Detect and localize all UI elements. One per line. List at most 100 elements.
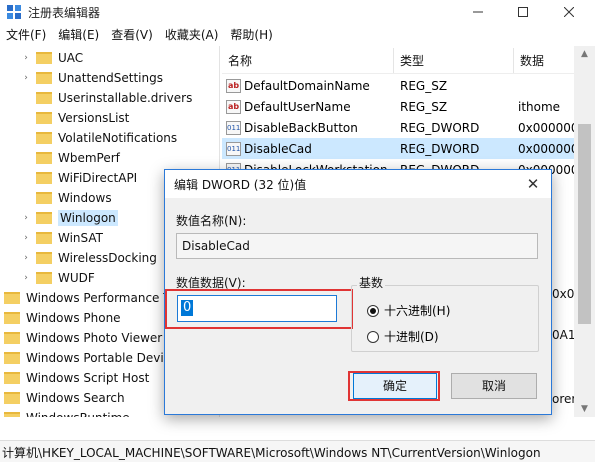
folder-icon xyxy=(36,252,52,264)
tree-item[interactable]: › Winlogon xyxy=(20,208,118,228)
radio-dec-indicator[interactable] xyxy=(367,330,379,343)
cell-name: ab DefaultDomainName xyxy=(222,78,394,93)
edit-dword-dialog: 编辑 DWORD (32 位)值 ✕ 数值名称(N): DisableCad 数… xyxy=(164,169,552,415)
maximize-button[interactable] xyxy=(500,0,546,24)
tree-item[interactable]: › UAC xyxy=(20,48,83,68)
tree-item[interactable]: WbemPerf xyxy=(20,148,120,168)
close-button[interactable] xyxy=(546,0,592,24)
tree-item-label: UnattendSettings xyxy=(58,71,163,85)
folder-icon xyxy=(4,312,20,324)
ok-button[interactable]: 确定 xyxy=(353,373,437,399)
folder-icon xyxy=(4,292,20,304)
folder-icon xyxy=(36,272,52,284)
list-peek-2: 0A1A xyxy=(552,328,574,342)
folder-icon xyxy=(4,372,20,384)
tree-item[interactable]: Windows Portable Device xyxy=(0,348,178,368)
chevron-right-icon[interactable]: › xyxy=(20,233,32,243)
window-title: 注册表编辑器 xyxy=(28,6,101,20)
menu-favorites[interactable]: 收藏夹(A) xyxy=(159,26,225,44)
tree-item[interactable]: VersionsList xyxy=(20,108,129,128)
radio-hex-label: 十六进制(H) xyxy=(384,304,451,318)
list-row[interactable]: ab DefaultUserName REG_SZ ithome xyxy=(222,96,574,117)
chevron-right-icon[interactable]: › xyxy=(20,253,32,263)
radio-hex-indicator[interactable] xyxy=(367,304,379,317)
scroll-up-icon[interactable]: ▲ xyxy=(574,46,595,62)
tree-item[interactable]: VolatileNotifications xyxy=(20,128,177,148)
tree-item-label: VersionsList xyxy=(58,111,130,125)
value-type: REG_SZ xyxy=(400,99,448,114)
title-bar: 注册表编辑器 xyxy=(0,0,595,24)
dialog-close-icon[interactable]: ✕ xyxy=(523,174,543,194)
tree-item-label: VolatileNotifications xyxy=(58,131,178,145)
tree-item[interactable]: Windows Phone xyxy=(0,308,121,328)
value-data-input[interactable]: 0 xyxy=(177,295,337,322)
status-bar: 计算机\HKEY_LOCAL_MACHINE\SOFTWARE\Microsof… xyxy=(0,440,595,462)
tree-item-label: Userinstallable.drivers xyxy=(58,91,193,105)
tree-item-label: Windows Search xyxy=(26,391,125,405)
folder-icon xyxy=(36,232,52,244)
tree-item[interactable]: WiFiDirectAPI xyxy=(20,168,137,188)
cancel-button[interactable]: 取消 xyxy=(451,373,537,399)
list-row[interactable]: ab DefaultDomainName REG_SZ xyxy=(222,75,574,96)
tree-item-label: Windows Phone xyxy=(26,311,121,325)
dialog-title: 编辑 DWORD (32 位)值 xyxy=(174,178,307,192)
value-type: REG_DWORD xyxy=(400,141,480,156)
folder-icon xyxy=(36,152,52,164)
tree-item[interactable]: › WUDF xyxy=(20,268,95,288)
folder-icon xyxy=(36,212,52,224)
value-name-field: DisableCad xyxy=(176,233,538,259)
maximize-icon xyxy=(518,7,528,17)
tree-item[interactable]: WindowsRuntime xyxy=(0,408,130,417)
tree-item-label: WinSAT xyxy=(58,231,103,245)
tree-item-label: Windows Portable Device xyxy=(26,351,178,365)
tree-item[interactable]: › WinSAT xyxy=(20,228,103,248)
radio-dec-label: 十进制(D) xyxy=(384,330,439,344)
menu-file[interactable]: 文件(F) xyxy=(0,26,52,44)
tree-item-label: WUDF xyxy=(58,271,95,285)
chevron-right-icon[interactable]: › xyxy=(20,213,32,223)
list-row[interactable]: 011 DisableBackButton REG_DWORD 0x000000 xyxy=(222,117,574,138)
scroll-thumb[interactable] xyxy=(578,124,591,324)
chevron-right-icon[interactable]: › xyxy=(20,53,32,63)
chevron-right-icon[interactable]: › xyxy=(20,73,32,83)
menu-edit[interactable]: 编辑(E) xyxy=(52,26,105,44)
regedit-icon xyxy=(7,5,21,19)
vertical-scrollbar[interactable]: ▲ ▼ xyxy=(574,46,595,417)
list-peek-1: 0x000000 xyxy=(552,287,574,301)
tree-item-label: Windows Performance T xyxy=(26,291,171,305)
list-row[interactable]: 011 DisableCad REG_DWORD 0x000000 xyxy=(222,138,574,159)
radio-dec[interactable]: 十进制(D) xyxy=(367,328,439,345)
folder-icon xyxy=(36,132,52,144)
tree-item[interactable]: Windows xyxy=(20,188,112,208)
chevron-right-icon[interactable]: › xyxy=(20,273,32,283)
folder-icon xyxy=(36,192,52,204)
scroll-down-icon[interactable]: ▼ xyxy=(574,401,595,417)
radio-hex[interactable]: 十六进制(H) xyxy=(367,302,450,319)
binary-value-icon: 011 xyxy=(226,141,241,156)
tree-item[interactable]: › WirelessDocking xyxy=(20,248,157,268)
folder-icon xyxy=(36,112,52,124)
tree-item-label: UAC xyxy=(58,51,84,65)
menu-view[interactable]: 查看(V) xyxy=(105,26,159,44)
tree-item[interactable]: Windows Script Host xyxy=(0,368,149,388)
column-type[interactable]: 类型 xyxy=(394,48,514,73)
tree-item-label: Windows Photo Viewer xyxy=(26,331,163,345)
column-name[interactable]: 名称 xyxy=(222,48,394,73)
minimize-button[interactable] xyxy=(455,0,501,24)
column-data[interactable]: 数据 xyxy=(514,48,574,73)
value-type: REG_SZ xyxy=(400,78,448,93)
folder-icon xyxy=(36,52,52,64)
tree-item[interactable]: Userinstallable.drivers xyxy=(20,88,192,108)
cell-name: 011 DisableBackButton xyxy=(222,120,394,135)
menu-help[interactable]: 帮助(H) xyxy=(224,26,278,44)
tree-item[interactable]: Windows Performance T xyxy=(0,288,171,308)
value-name-label: 数值名称(N): xyxy=(176,214,247,228)
tree-item[interactable]: › UnattendSettings xyxy=(20,68,163,88)
tree-item[interactable]: Windows Photo Viewer xyxy=(0,328,162,348)
tree-item[interactable]: Windows Search xyxy=(0,388,125,408)
minimize-icon xyxy=(473,11,483,13)
value-type: REG_DWORD xyxy=(400,120,480,135)
base-label: 基数 xyxy=(357,274,386,291)
value-name: DefaultDomainName xyxy=(244,78,370,93)
folder-icon xyxy=(36,92,52,104)
